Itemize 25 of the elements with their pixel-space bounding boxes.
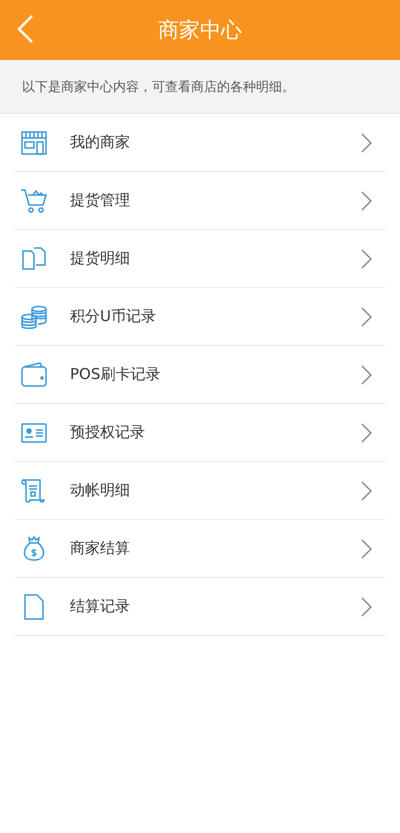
menu-item[interactable]: 商家结算: [14, 520, 386, 578]
menu-item[interactable]: 动帐明细: [14, 462, 386, 520]
chevron-icon: [360, 538, 372, 558]
chevron-icon: [360, 190, 372, 210]
chevron-icon: [360, 480, 372, 500]
chevron-icon: [360, 248, 372, 268]
menu-item[interactable]: 提货明细: [14, 230, 386, 288]
menu-item[interactable]: 预授权记录: [14, 404, 386, 462]
chevron-icon: [360, 306, 372, 326]
intro-text: 以下是商家中心内容，可查看商店的各种明细。: [22, 78, 295, 96]
shop-icon: [20, 128, 48, 156]
menu-item[interactable]: 积分U币记录: [14, 288, 386, 346]
chevron-icon: [360, 596, 372, 616]
chevron-icon: [360, 132, 372, 152]
menu-item[interactable]: 结算记录: [14, 578, 386, 636]
menu-item[interactable]: POS刷卡记录: [14, 346, 386, 404]
chevron-icon: [360, 364, 372, 384]
page-title: 商家中心: [158, 17, 242, 44]
menu-item[interactable]: 提货管理: [14, 172, 386, 230]
scroll-icon: [20, 476, 48, 504]
wallet-icon: [20, 360, 48, 388]
chevron-icon: [360, 422, 372, 442]
menu-item[interactable]: 我的商家: [14, 114, 386, 172]
documents-icon: [20, 244, 48, 272]
cart-icon: [20, 186, 48, 214]
